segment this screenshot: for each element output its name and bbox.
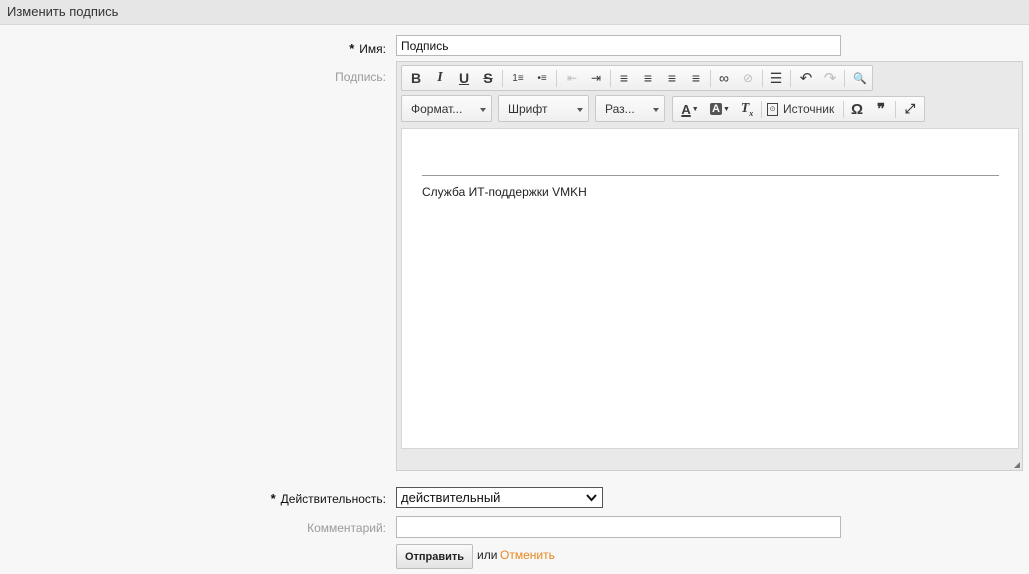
dropdown-arrow-icon: ▼ [723, 105, 730, 113]
maximize-button[interactable]: ⤢ [900, 99, 920, 119]
search-icon: 🔍 [853, 72, 867, 85]
name-label-text: Имя: [359, 42, 386, 56]
background-color-icon: A [710, 103, 722, 115]
align-left-icon: ≡ [619, 70, 629, 86]
background-color-button[interactable]: A ▼ [707, 99, 733, 119]
size-combo[interactable]: Раз... [595, 95, 665, 122]
bold-button[interactable]: B [406, 68, 426, 88]
dropdown-arrow-icon: ▼ [691, 105, 699, 113]
increase-indent-icon: ⇥ [590, 71, 602, 85]
format-combo[interactable]: Формат... [401, 95, 492, 122]
rich-text-editor: B I U S 1≡ •≡ ⇤ ⇥ ≡ ≡ ≡ ≡ ∞ ⊘ ☰ ↶ ↷ 🔍 Фо… [396, 61, 1023, 471]
editor-toolbar-main: B I U S 1≡ •≡ ⇤ ⇥ ≡ ≡ ≡ ≡ ∞ ⊘ ☰ ↶ ↷ 🔍 [401, 65, 873, 91]
blockquote-button[interactable]: ❞ [871, 99, 891, 119]
unlink-button[interactable]: ⊘ [738, 68, 758, 88]
signature-text: Служба ИТ-поддержки VMKH [422, 185, 587, 199]
source-label: Источник [783, 102, 835, 116]
size-combo-label: Раз... [605, 102, 635, 116]
horizontal-line-button[interactable]: ☰ [766, 68, 786, 88]
resize-handle-icon[interactable] [1014, 462, 1020, 468]
toolbar-separator [610, 70, 611, 87]
validity-select-value: действительный [401, 490, 501, 505]
align-center-icon: ≡ [643, 70, 653, 86]
underline-button[interactable]: U [454, 68, 474, 88]
dropdown-arrow-icon [577, 108, 583, 112]
toolbar-separator [556, 70, 557, 87]
justify-icon: ≡ [691, 70, 701, 86]
validity-label-text: Действительность: [280, 492, 386, 506]
align-right-button[interactable]: ≡ [662, 68, 682, 88]
source-icon: ⊙ [767, 102, 778, 116]
submit-button[interactable]: Отправить [396, 544, 473, 569]
strikethrough-button[interactable]: S [478, 68, 498, 88]
remove-format-button[interactable]: Tx [737, 99, 757, 119]
special-char-button[interactable]: Ω [847, 99, 867, 119]
underline-icon: U [458, 70, 470, 86]
cancel-link[interactable]: Отменить [500, 548, 555, 562]
italic-button[interactable]: I [430, 68, 450, 88]
signature-label: Подпись: [335, 70, 386, 84]
text-color-icon: A [681, 101, 691, 117]
bulleted-list-icon: •≡ [537, 72, 547, 84]
name-input[interactable] [396, 35, 841, 56]
format-combo-label: Формат... [411, 102, 463, 116]
maximize-icon: ⤢ [904, 101, 916, 116]
validity-select[interactable]: действительный [396, 487, 603, 508]
toolbar-separator [790, 70, 791, 87]
remove-format-icon: Tx [740, 100, 754, 118]
omega-icon: Ω [850, 100, 864, 118]
link-icon: ∞ [719, 70, 729, 86]
source-button[interactable]: ⊙ Источник [767, 99, 839, 119]
find-button[interactable]: 🔍 [850, 68, 870, 88]
required-star: * [270, 491, 276, 506]
or-text: или [477, 548, 498, 562]
align-right-icon: ≡ [667, 70, 677, 86]
comment-label: Комментарий: [307, 521, 386, 535]
comment-input[interactable] [396, 516, 841, 538]
toolbar-separator [844, 70, 845, 87]
toolbar-separator [502, 70, 503, 87]
numbered-list-button[interactable]: 1≡ [508, 68, 528, 88]
bulleted-list-button[interactable]: •≡ [532, 68, 552, 88]
editor-content-area[interactable]: Служба ИТ-поддержки VMKH [401, 128, 1019, 449]
editor-toolbar-styles: A ▼ A ▼ Tx ⊙ Источник Ω ❞ ⤢ [672, 96, 925, 122]
toolbar-separator [895, 101, 896, 118]
redo-button[interactable]: ↷ [820, 68, 840, 88]
italic-icon: I [437, 70, 443, 85]
link-button[interactable]: ∞ [714, 68, 734, 88]
justify-button[interactable]: ≡ [686, 68, 706, 88]
chevron-down-icon [586, 494, 597, 502]
decrease-indent-button[interactable]: ⇤ [562, 68, 582, 88]
font-combo[interactable]: Шрифт [498, 95, 589, 122]
undo-icon: ↶ [799, 70, 813, 87]
quote-icon: ❞ [876, 101, 886, 118]
font-combo-label: Шрифт [508, 102, 548, 116]
horizontal-line-icon: ☰ [769, 69, 783, 86]
text-color-button[interactable]: A ▼ [677, 99, 703, 119]
horizontal-rule [422, 175, 999, 176]
toolbar-separator [761, 101, 762, 118]
strikethrough-icon: S [483, 70, 493, 86]
validity-label: * Действительность: [271, 491, 386, 506]
dropdown-arrow-icon [653, 108, 659, 112]
toolbar-separator [843, 101, 844, 118]
align-left-button[interactable]: ≡ [614, 68, 634, 88]
undo-button[interactable]: ↶ [796, 68, 816, 88]
toolbar-separator [762, 70, 763, 87]
redo-icon: ↷ [823, 70, 837, 87]
required-star: * [349, 41, 355, 56]
align-center-button[interactable]: ≡ [638, 68, 658, 88]
name-label: * Имя: [349, 41, 386, 56]
decrease-indent-icon: ⇤ [566, 71, 578, 85]
bold-icon: B [410, 70, 422, 86]
unlink-icon: ⊘ [742, 71, 754, 85]
numbered-list-icon: 1≡ [512, 72, 524, 84]
dropdown-arrow-icon [480, 108, 486, 112]
page-header: Изменить подпись [0, 0, 1029, 25]
page-title: Изменить подпись [7, 4, 119, 19]
toolbar-separator [710, 70, 711, 87]
increase-indent-button[interactable]: ⇥ [586, 68, 606, 88]
